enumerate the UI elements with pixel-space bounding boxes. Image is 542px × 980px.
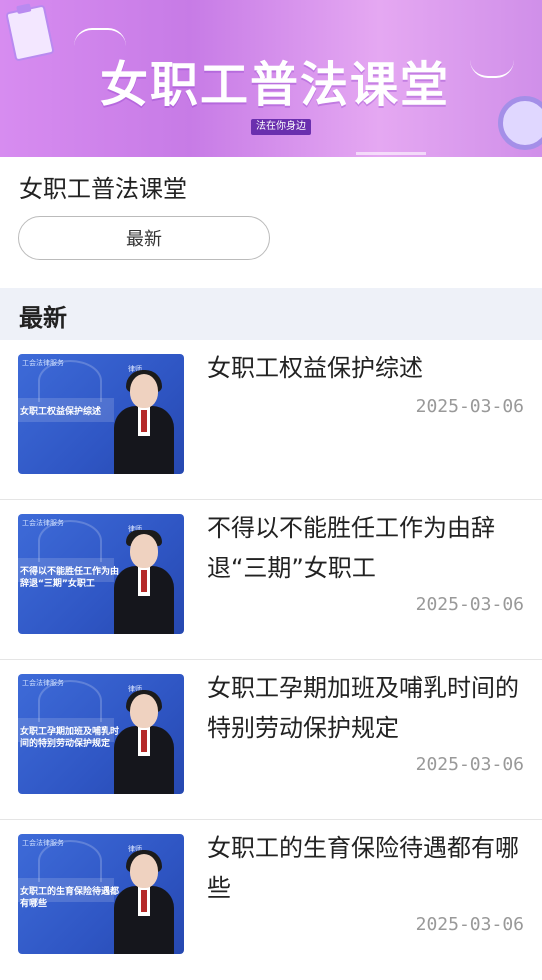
thumb-badge: 工会法律服务 — [22, 359, 64, 367]
section-header — [0, 288, 542, 340]
thumb-badge: 工会法律服务 — [22, 839, 64, 847]
magnifier-icon — [498, 96, 542, 150]
presenter-image — [114, 370, 174, 474]
thumb-badge: 工会法律服务 — [22, 679, 64, 687]
section-label: 最新 — [19, 304, 67, 332]
presenter-image — [114, 530, 174, 634]
list-item[interactable]: 工会法律服务 不得以不能胜任工作为由辞退“三期”女职工 律师 不得以不能胜任工作… — [0, 500, 542, 660]
filter-latest-button[interactable]: 最新 — [18, 216, 270, 260]
item-date: 2025-03-06 — [415, 396, 524, 417]
list-item[interactable]: 工会法律服务 女职工的生育保险待遇都有哪些 律师 女职工的生育保险待遇都有哪些 … — [0, 820, 542, 980]
video-thumbnail[interactable]: 工会法律服务 女职工孕期加班及哺乳时间的特别劳动保护规定 律师 — [18, 674, 184, 794]
video-thumbnail[interactable]: 工会法律服务 女职工权益保护综述 律师 — [18, 354, 184, 474]
thumb-caption: 不得以不能胜任工作为由辞退“三期”女职工 — [20, 567, 120, 589]
presenter-image — [114, 850, 174, 954]
list-item[interactable]: 工会法律服务 女职工权益保护综述 律师 女职工权益保护综述 2025-03-06 — [0, 340, 542, 500]
item-title: 女职工权益保护综述 — [207, 354, 423, 382]
banner: 女职工普法课堂 法在你身边 — [0, 0, 542, 157]
thumb-caption: 女职工孕期加班及哺乳时间的特别劳动保护规定 — [20, 727, 120, 749]
item-title: 女职工的生育保险待遇都有哪些 — [207, 834, 519, 902]
item-title: 不得以不能胜任工作为由辞退“三期”女职工 — [207, 514, 495, 582]
thumb-caption: 女职工的生育保险待遇都有哪些 — [20, 887, 120, 909]
thumb-badge: 工会法律服务 — [22, 519, 64, 527]
item-title: 女职工孕期加班及哺乳时间的特别劳动保护规定 — [207, 674, 519, 742]
item-date: 2025-03-06 — [415, 594, 524, 615]
arrow-decoration — [470, 60, 514, 78]
item-date: 2025-03-06 — [415, 914, 524, 935]
clipboard-icon — [5, 4, 55, 62]
arrow-decoration — [74, 28, 126, 46]
scale-icon — [356, 102, 426, 155]
presenter-image — [114, 690, 174, 794]
thumb-caption: 女职工权益保护综述 — [20, 407, 102, 417]
page-title: 女职工普法课堂 — [19, 175, 187, 203]
video-thumbnail[interactable]: 工会法律服务 不得以不能胜任工作为由辞退“三期”女职工 律师 — [18, 514, 184, 634]
list-item[interactable]: 工会法律服务 女职工孕期加班及哺乳时间的特别劳动保护规定 律师 女职工孕期加班及… — [0, 660, 542, 820]
banner-subtitle: 法在你身边 — [251, 119, 311, 135]
video-thumbnail[interactable]: 工会法律服务 女职工的生育保险待遇都有哪些 律师 — [18, 834, 184, 954]
item-date: 2025-03-06 — [415, 754, 524, 775]
